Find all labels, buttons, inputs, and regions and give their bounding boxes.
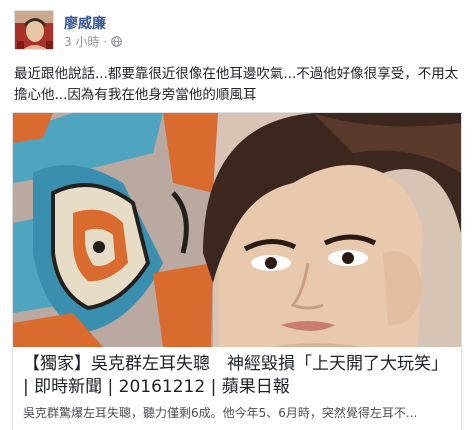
portrait-photo (13, 113, 461, 347)
avatar[interactable] (14, 10, 54, 50)
author-name[interactable]: 廖威廉 (64, 13, 106, 33)
meta-separator: · (103, 35, 107, 49)
post-timestamp[interactable]: 3 小時 (64, 33, 99, 50)
link-card-image[interactable] (13, 113, 461, 347)
link-card-snippet: 吳克群驚爆左耳失聰，聽力僅剩6成。他今年5、6月時，突然覺得左耳不... (23, 405, 453, 421)
avatar-image (15, 11, 54, 50)
link-card[interactable]: 【獨家】吳克群左耳失聰 神經毀損「上天開了大玩笑」 | 即時新聞 | 20161… (12, 112, 462, 430)
post-meta: 3 小時 · (64, 33, 122, 50)
post-header: 廖威廉 3 小時 · (14, 10, 460, 54)
link-card-title[interactable]: 【獨家】吳克群左耳失聰 神經毀損「上天開了大玩笑」 | 即時新聞 | 20161… (23, 353, 453, 399)
post-text: 最近跟他說話...都要靠很近很像在他耳邊吹氣...不過他好像很享受，不用太擔心他… (14, 64, 462, 106)
globe-icon[interactable] (111, 36, 122, 47)
